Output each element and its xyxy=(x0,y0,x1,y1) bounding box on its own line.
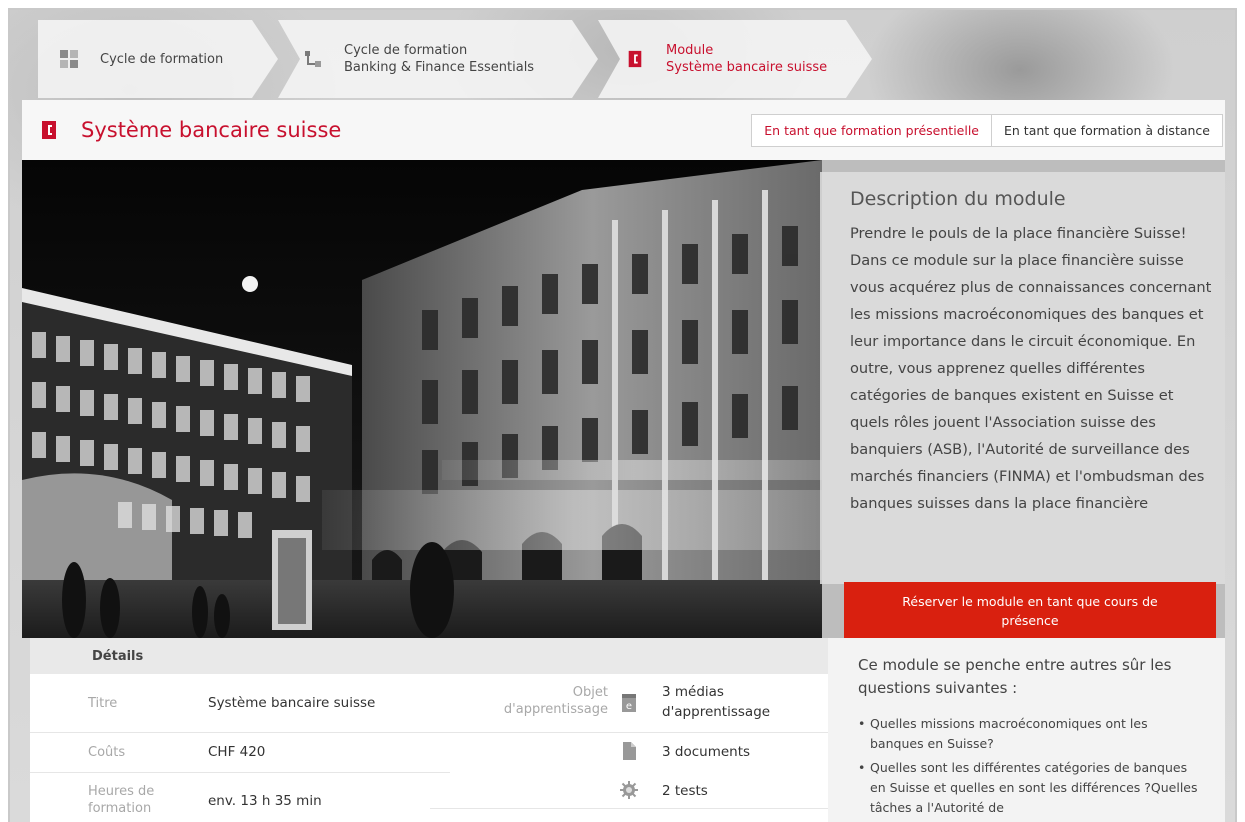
tab-distance[interactable]: En tant que formation à distance xyxy=(992,114,1223,147)
list-item: Quelles sont les différentes catégories … xyxy=(858,758,1205,818)
learning-object-label: Objet d'apprentissage xyxy=(503,685,608,717)
details-table: Détails Titre Système bancaire suisse Co… xyxy=(30,638,828,822)
questions-lead: Ce module se penche entre autres sûr les… xyxy=(858,656,1172,697)
module-icon xyxy=(626,50,644,68)
breadcrumb-item-module[interactable]: Module Système bancaire suisse xyxy=(598,20,872,98)
row-label: Heures de formation xyxy=(88,784,155,816)
breadcrumb-label-2: Système bancaire suisse xyxy=(666,60,828,75)
reserve-presence-course-button[interactable]: Réserver le module en tant que cours de … xyxy=(844,582,1216,640)
breadcrumb: Cycle de formation Cycle de formation Ba… xyxy=(38,20,876,98)
page-title: Système bancaire suisse xyxy=(81,118,342,142)
row-label: Coûts xyxy=(88,745,126,760)
test-badge-icon xyxy=(620,781,638,799)
grid-icon xyxy=(60,50,78,68)
table-row: Coûts CHF 420 xyxy=(30,732,450,772)
learning-object-value: 3 médias d'apprentissage xyxy=(662,684,771,720)
format-tabs: En tant que formation présentielle En ta… xyxy=(751,114,1223,147)
row-label: Titre xyxy=(88,696,118,711)
questions-list: Quelles missions macroéconomiques ont le… xyxy=(858,714,1205,818)
breadcrumb-label-1: Cycle de formation xyxy=(344,43,468,58)
breadcrumb-item-cycle[interactable]: Cycle de formation Banking & Finance Ess… xyxy=(278,20,598,98)
table-row: Titre Système bancaire suisse xyxy=(30,674,450,732)
breadcrumb-label-2: Banking & Finance Essentials xyxy=(344,60,535,75)
hierarchy-icon xyxy=(304,50,322,68)
module-description-panel: Description du module Prendre le pouls d… xyxy=(820,172,1225,584)
row-value: CHF 420 xyxy=(208,744,266,760)
learning-object-value: 2 tests xyxy=(662,783,708,799)
breadcrumb-item-program[interactable]: Cycle de formation xyxy=(38,20,278,98)
learning-object-media: Objet d'apprentissage e 3 médias d'appre… xyxy=(450,674,828,732)
breadcrumb-label: Cycle de formation xyxy=(100,51,224,67)
divider xyxy=(430,808,828,809)
details-heading: Détails xyxy=(30,638,828,674)
document-icon xyxy=(623,742,636,760)
module-title-bar: Système bancaire suisse En tant que form… xyxy=(22,100,1225,160)
row-value: Système bancaire suisse xyxy=(208,695,376,711)
module-questions: Ce module se penche entre autres sûr les… xyxy=(828,638,1225,822)
row-value: env. 13 h 35 min xyxy=(208,793,322,809)
e-media-icon: e xyxy=(622,694,636,712)
learning-object-value: 3 documents xyxy=(662,744,751,760)
description-heading: Description du module xyxy=(850,188,1066,210)
description-text: Prendre le pouls de la place financière … xyxy=(850,225,1212,512)
module-icon xyxy=(42,121,56,139)
learning-object-tests: 2 tests xyxy=(450,772,828,822)
breadcrumb-label-1: Module xyxy=(666,43,714,58)
table-row: Heures de formation env. 13 h 35 min xyxy=(30,772,450,822)
svg-text:e: e xyxy=(626,701,632,712)
learning-object-documents: 3 documents xyxy=(450,732,828,772)
list-item: Quelles missions macroéconomiques ont le… xyxy=(858,714,1205,754)
tab-presential[interactable]: En tant que formation présentielle xyxy=(751,114,992,147)
